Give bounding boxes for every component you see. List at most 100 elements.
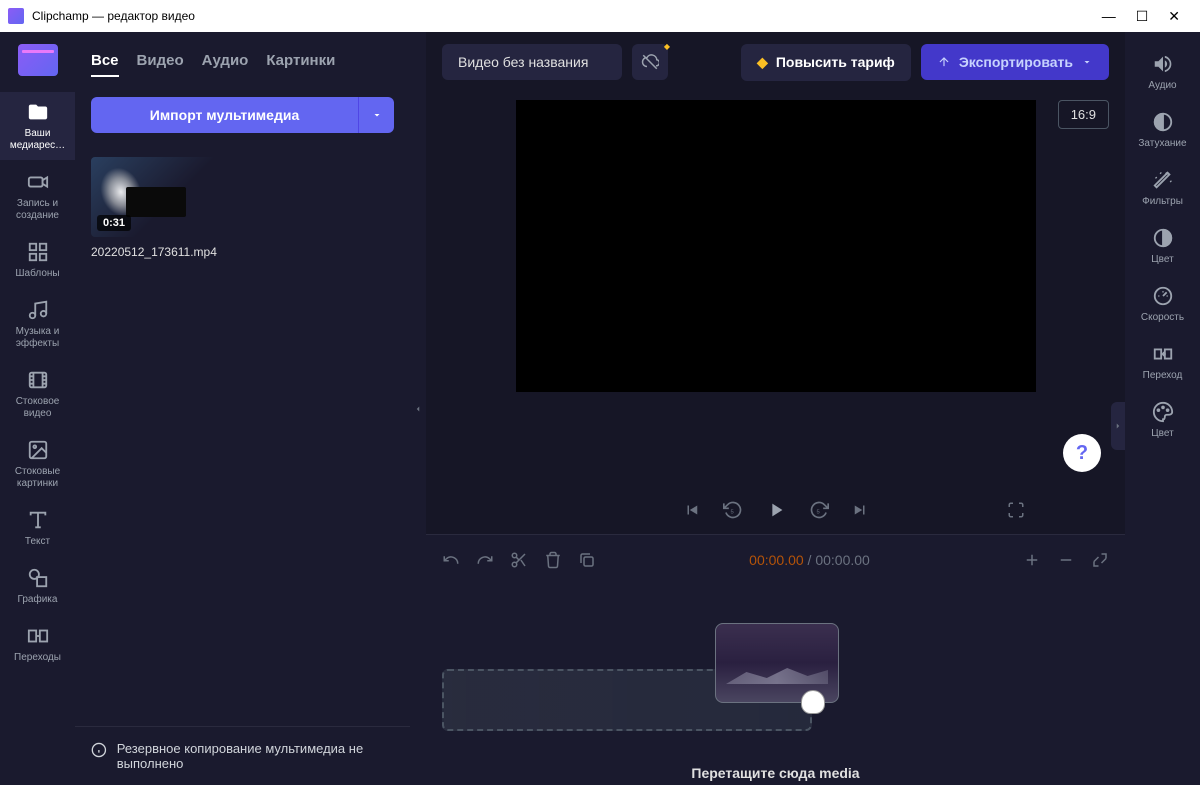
- collapse-right-panel[interactable]: [1111, 402, 1125, 450]
- maximize-button[interactable]: ☐: [1136, 8, 1149, 25]
- nav-label: Музыка и эффекты: [2, 326, 73, 350]
- zoom-out-button[interactable]: [1057, 551, 1075, 569]
- skip-end-button[interactable]: [851, 501, 869, 519]
- nav-transitions[interactable]: Переходы: [0, 616, 75, 672]
- main-area: Повысить тариф Экспортировать 16:9 ? 5 5: [426, 32, 1125, 785]
- fade-icon: [1151, 110, 1175, 134]
- current-time: 00:00.00: [749, 552, 804, 568]
- nav-label: Аудио: [1148, 80, 1176, 92]
- right-sidebar: Аудио Затухание Фильтры Цвет Скорость Пе…: [1125, 32, 1200, 785]
- collapse-media-panel[interactable]: [410, 32, 426, 785]
- upgrade-button[interactable]: Повысить тариф: [741, 44, 911, 81]
- timeline-toolbar: 00:00.00 / 00:00.00: [426, 535, 1125, 585]
- speaker-icon: [1151, 52, 1175, 76]
- app-icon: [8, 8, 24, 24]
- timecode-display: 00:00.00 / 00:00.00: [749, 552, 870, 568]
- redo-button[interactable]: [476, 551, 494, 569]
- video-preview[interactable]: [516, 100, 1036, 392]
- cloud-off-icon: [641, 53, 659, 71]
- nav-stock-video[interactable]: Стоковое видео: [0, 360, 75, 428]
- sync-status-button[interactable]: [632, 44, 668, 80]
- aspect-ratio-button[interactable]: 16:9: [1058, 100, 1109, 129]
- rewind-button[interactable]: 5: [723, 500, 743, 520]
- nav-templates[interactable]: Шаблоны: [0, 232, 75, 288]
- nav-stock-images[interactable]: Стоковые картинки: [0, 430, 75, 498]
- nav-label: Цвет: [1151, 428, 1173, 440]
- tab-video[interactable]: Видео: [137, 52, 184, 77]
- nav-label: Переход: [1143, 370, 1183, 382]
- forward-button[interactable]: 5: [809, 500, 829, 520]
- prop-color[interactable]: Цвет: [1125, 218, 1200, 274]
- help-button[interactable]: ?: [1063, 434, 1101, 472]
- upload-icon: [937, 55, 951, 69]
- clipchamp-logo[interactable]: [18, 44, 58, 76]
- nav-record[interactable]: Запись и создание: [0, 162, 75, 230]
- split-button[interactable]: [510, 551, 528, 569]
- tab-audio[interactable]: Аудио: [202, 52, 249, 77]
- export-button[interactable]: Экспортировать: [921, 44, 1109, 80]
- nav-label: Стоковое видео: [2, 396, 73, 420]
- templates-icon: [26, 240, 50, 264]
- nav-graphics[interactable]: Графика: [0, 558, 75, 614]
- prop-fade[interactable]: Затухание: [1125, 102, 1200, 158]
- backup-message: Резервное копирование мультимедиа не вып…: [117, 741, 394, 771]
- duration-badge: 0:31: [97, 215, 131, 231]
- prop-speed[interactable]: Скорость: [1125, 276, 1200, 332]
- prop-color2[interactable]: Цвет: [1125, 392, 1200, 448]
- tab-images[interactable]: Картинки: [266, 52, 335, 77]
- import-dropdown-button[interactable]: [358, 97, 394, 133]
- chevron-down-icon: [1081, 56, 1093, 68]
- nav-label: Запись и создание: [2, 198, 73, 222]
- camera-icon: [26, 170, 50, 194]
- transition-icon: [1151, 342, 1175, 366]
- svg-text:5: 5: [730, 509, 733, 515]
- nav-label: Скорость: [1141, 312, 1184, 324]
- delete-button[interactable]: [544, 551, 562, 569]
- add-track-button[interactable]: [1023, 551, 1041, 569]
- shapes-icon: [26, 566, 50, 590]
- prop-transition[interactable]: Переход: [1125, 334, 1200, 390]
- duplicate-button[interactable]: [578, 551, 596, 569]
- playback-controls: 5 5: [426, 486, 1125, 534]
- nav-label: Стоковые картинки: [2, 466, 73, 490]
- music-icon: [26, 298, 50, 322]
- close-button[interactable]: ✕: [1168, 8, 1180, 25]
- media-thumbnail: 0:31: [91, 157, 219, 237]
- dragged-clip[interactable]: [715, 623, 839, 703]
- media-tabs: Все Видео Аудио Картинки: [91, 52, 394, 77]
- timeline-track[interactable]: Перетащите сюда media: [426, 585, 1125, 785]
- prop-filters[interactable]: Фильтры: [1125, 160, 1200, 216]
- nav-label: Фильтры: [1142, 196, 1183, 208]
- contrast-icon: [1151, 226, 1175, 250]
- nav-label: Текст: [25, 536, 50, 548]
- play-button[interactable]: [765, 499, 787, 521]
- fullscreen-button[interactable]: [1007, 501, 1025, 519]
- preview-area: 16:9 ?: [426, 92, 1125, 486]
- media-panel: Все Видео Аудио Картинки Импорт мультиме…: [75, 32, 410, 785]
- image-icon: [26, 438, 50, 462]
- info-icon: [91, 741, 107, 759]
- film-icon: [26, 368, 50, 392]
- minimize-button[interactable]: —: [1102, 8, 1116, 25]
- media-item[interactable]: 0:31 20220512_173611.mp4: [91, 157, 219, 259]
- import-media-button[interactable]: Импорт мультимедиа: [91, 97, 358, 133]
- skip-start-button[interactable]: [683, 501, 701, 519]
- top-bar: Повысить тариф Экспортировать: [426, 32, 1125, 92]
- undo-button[interactable]: [442, 551, 460, 569]
- chevron-down-icon: [371, 109, 383, 121]
- backup-notice[interactable]: Резервное копирование мультимедиа не вып…: [75, 726, 410, 785]
- gauge-icon: [1151, 284, 1175, 308]
- nav-label: Графика: [18, 594, 58, 606]
- window-titlebar: Clipchamp — редактор видео — ☐ ✕: [0, 0, 1200, 32]
- nav-label: Переходы: [14, 652, 61, 664]
- nav-label: Ваши медиарес…: [2, 128, 73, 152]
- tab-all[interactable]: Все: [91, 52, 119, 77]
- svg-text:5: 5: [816, 509, 819, 515]
- fit-button[interactable]: [1091, 551, 1109, 569]
- nav-music[interactable]: Музыка и эффекты: [0, 290, 75, 358]
- nav-text[interactable]: Текст: [0, 500, 75, 556]
- nav-your-media[interactable]: Ваши медиарес…: [0, 92, 75, 160]
- prop-audio[interactable]: Аудио: [1125, 44, 1200, 100]
- project-title-input[interactable]: [442, 44, 622, 80]
- left-sidebar: Ваши медиарес… Запись и создание Шаблоны…: [0, 32, 75, 785]
